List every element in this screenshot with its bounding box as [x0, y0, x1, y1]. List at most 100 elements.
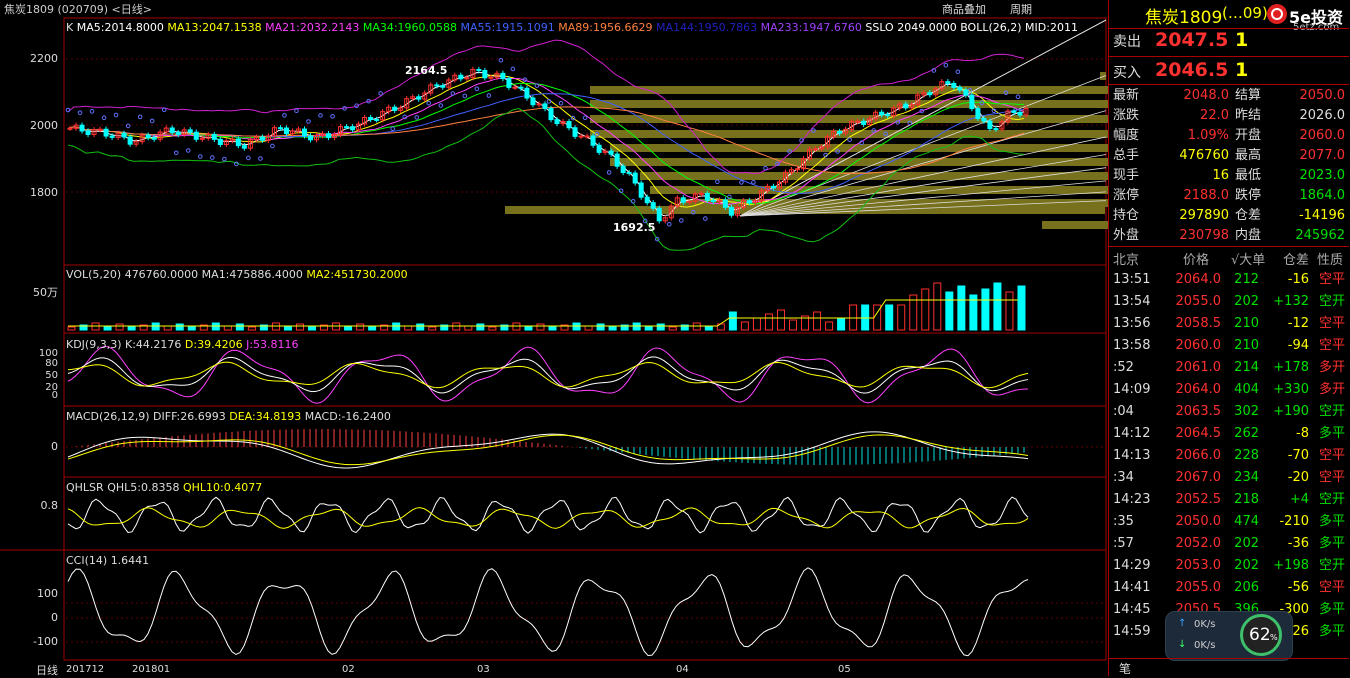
candle-body	[945, 81, 951, 85]
volume-bar	[1017, 285, 1026, 331]
candle-body	[145, 134, 151, 139]
volume-bar	[885, 304, 894, 331]
volume-bar	[428, 326, 437, 331]
tick-nature: 空开	[1318, 492, 1345, 507]
sar-dot	[462, 93, 468, 99]
vol-ma2: MA2:451730.2000	[306, 268, 408, 281]
tick-time: 13:51	[1113, 272, 1151, 287]
volume-bar	[344, 325, 353, 331]
candle-body	[187, 129, 193, 133]
tick-row: 14:29 2053.0 202 +198 空开	[1109, 555, 1349, 577]
tick-time: 14:23	[1113, 492, 1151, 507]
overlay-button[interactable]: 商品叠加	[942, 1, 986, 17]
sar-dot	[955, 69, 961, 75]
stat-label: 最新	[1113, 88, 1140, 103]
macd-dea: DEA:34.8193	[229, 410, 302, 423]
candle-body	[548, 108, 554, 121]
ask-volume: 1	[1235, 29, 1249, 51]
sar-dot	[125, 123, 131, 129]
candle-body	[506, 78, 512, 88]
tick-oi-change: -70	[1287, 448, 1309, 463]
network-speed-widget[interactable]: ↑ 0K/s ↓ 0K/s 62 %	[1165, 611, 1293, 661]
tick-row: :57 2052.0 202 -36 多平	[1109, 533, 1349, 555]
candle-body	[530, 97, 536, 106]
candle-body	[109, 135, 115, 138]
ma-legend-item: SSLO 2049.0000	[861, 21, 957, 34]
candle-body	[981, 117, 987, 122]
tick-time: 14:29	[1113, 558, 1151, 573]
candle-body	[175, 132, 181, 136]
candle-body	[97, 128, 103, 131]
candle-body	[566, 121, 572, 129]
y-tick-2200: 2200	[30, 52, 58, 65]
volume-bar	[728, 311, 737, 331]
qhlsr-qhl5-line	[67, 496, 1029, 534]
candle-body	[572, 127, 578, 137]
candle-body	[85, 130, 91, 135]
volume-bar	[308, 326, 316, 331]
stat-value: 1.09%	[1187, 128, 1229, 143]
tick-oi-change: -8	[1296, 426, 1309, 441]
sar-dot	[113, 112, 119, 118]
qhlsr-y-tick: 0.8	[40, 499, 59, 512]
stat-label: 跌停	[1235, 188, 1262, 203]
kdj-tick-80: 80	[45, 358, 58, 369]
sar-dot	[666, 221, 672, 227]
ma-legend-item: MA233:1947.6760	[757, 21, 862, 34]
candle-body	[458, 74, 464, 80]
candle-body	[368, 116, 374, 120]
quote-stat-row: 最新 2048.0 结算 2050.0	[1109, 86, 1349, 106]
chart-area[interactable]: 焦炭1809 (020709) <日线> 商品叠加 周期 K MA5:2014.…	[0, 0, 1108, 677]
candle-body	[326, 133, 332, 139]
tick-nature: 空开	[1318, 404, 1345, 419]
volume-bar	[1005, 291, 1014, 331]
tick-time: 14:45	[1113, 602, 1151, 617]
tick-bigorder: 474	[1234, 514, 1259, 529]
stat-label: 涨跌	[1113, 108, 1140, 123]
sar-dot	[943, 62, 949, 68]
volume-bar	[981, 288, 990, 331]
sar-dot	[426, 100, 432, 106]
sar-dot	[210, 155, 215, 160]
volume-bar	[536, 323, 545, 331]
x-tick-04: 04	[676, 664, 689, 675]
sar-dot	[715, 179, 720, 185]
volume-bar	[163, 325, 172, 331]
volume-bar	[933, 282, 942, 331]
tick-row: :34 2067.0 234 -20 空平	[1109, 467, 1349, 489]
tick-price: 2064.5	[1175, 426, 1222, 441]
x-tick-201712: 201712	[66, 664, 105, 675]
volume-bar	[103, 325, 112, 331]
period-button[interactable]: 周期	[1010, 1, 1032, 17]
volume-bar	[187, 326, 196, 331]
stat-value: 1864.0	[1299, 188, 1346, 203]
ma-legend-item: MA34:1960.0588	[359, 21, 458, 34]
tick-bigorder: 202	[1234, 536, 1259, 551]
volume-bar	[993, 282, 1002, 331]
bid-label: 买入	[1113, 65, 1141, 81]
stat-value: 2026.0	[1299, 108, 1346, 123]
candle-body	[121, 132, 127, 138]
tick-time: 13:54	[1113, 294, 1151, 309]
sar-dot	[751, 179, 756, 185]
tick-oi-change: -36	[1287, 536, 1309, 551]
candle-body	[957, 86, 963, 91]
download-speed: 0K/s	[1194, 640, 1216, 651]
sar-dot	[306, 119, 311, 124]
tick-row: :04 2063.5 302 +190 空开	[1109, 401, 1349, 423]
tick-oi-change: +198	[1273, 558, 1309, 573]
ma-legend-item: MA5:2014.8000	[76, 21, 164, 34]
candle-body	[217, 138, 223, 146]
tick-col-bigorder[interactable]: √大单	[1231, 249, 1265, 268]
tick-time: 14:13	[1113, 448, 1151, 463]
bottom-tab-trades[interactable]: 笔	[1119, 660, 1131, 677]
sar-dot	[739, 180, 744, 185]
candle-body	[626, 171, 632, 174]
candle-body	[813, 148, 819, 151]
stat-label: 现手	[1113, 168, 1140, 183]
candle-body	[837, 130, 843, 134]
sar-dot	[330, 114, 335, 119]
sar-dot	[378, 91, 383, 96]
bid-price: 2046.5	[1155, 59, 1229, 81]
sar-dot	[294, 108, 299, 114]
